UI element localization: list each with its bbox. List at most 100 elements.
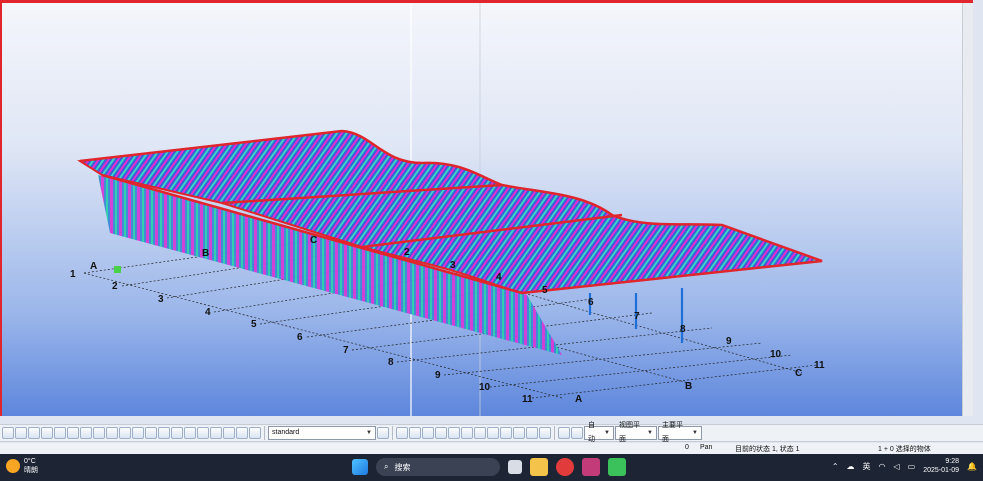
snap-icon-6[interactable] bbox=[80, 427, 92, 439]
snap-icon-18[interactable] bbox=[236, 427, 248, 439]
toolbar-separator bbox=[554, 426, 555, 440]
tool-icon-13[interactable] bbox=[558, 427, 570, 439]
grid-label-6-right: 6 bbox=[588, 297, 594, 308]
notification-icon[interactable]: 🔔 bbox=[967, 462, 977, 471]
grid-label-5: 5 bbox=[251, 319, 257, 330]
chevron-down-icon: ▼ bbox=[647, 430, 653, 436]
tool-icon-2[interactable] bbox=[409, 427, 421, 439]
snap-icon-1[interactable] bbox=[15, 427, 27, 439]
clock[interactable]: 9:28 2025-01-09 bbox=[923, 457, 959, 475]
tool-icon-1[interactable] bbox=[396, 427, 408, 439]
chevron-down-icon: ▼ bbox=[692, 430, 698, 436]
search-box[interactable]: ⌕ 搜索 bbox=[376, 458, 500, 476]
grid-label-A-left: A bbox=[90, 261, 97, 272]
snap-icon-4[interactable] bbox=[54, 427, 66, 439]
battery-icon[interactable]: ▭ bbox=[908, 462, 916, 471]
weather-temp: 0°C bbox=[24, 458, 36, 465]
grid-label-7: 7 bbox=[343, 345, 349, 356]
grid-label-10: 10 bbox=[479, 382, 491, 393]
tool-icon-6[interactable] bbox=[461, 427, 473, 439]
snap-icon-16[interactable] bbox=[210, 427, 222, 439]
status-mode: Pan bbox=[700, 444, 713, 451]
snap-icon-9[interactable] bbox=[119, 427, 131, 439]
grid-label-8-right: 8 bbox=[680, 324, 686, 335]
vertical-scrollbar[interactable] bbox=[962, 3, 973, 416]
snap-icon-8[interactable] bbox=[106, 427, 118, 439]
roof-label-4: 4 bbox=[496, 272, 502, 283]
tool-icon-11[interactable] bbox=[526, 427, 538, 439]
grid-label-4: 4 bbox=[205, 307, 211, 318]
roof-label-5: 5 bbox=[542, 285, 548, 296]
grid-label-9: 9 bbox=[435, 370, 441, 381]
start-icon[interactable] bbox=[352, 459, 368, 475]
tool-icon-14[interactable] bbox=[571, 427, 583, 439]
weather-widget[interactable]: 0°C 晴朗 bbox=[6, 457, 38, 475]
grid-label-B-right: B bbox=[685, 381, 692, 392]
tool-icon-12[interactable] bbox=[539, 427, 551, 439]
tool-icon-5[interactable] bbox=[448, 427, 460, 439]
grid-label-11: 11 bbox=[522, 394, 533, 405]
snap-icon-19[interactable] bbox=[249, 427, 261, 439]
folder-icon[interactable] bbox=[530, 458, 548, 476]
tool-icon-8[interactable] bbox=[487, 427, 499, 439]
sun-icon bbox=[6, 459, 20, 473]
toolbar-separator bbox=[392, 426, 393, 440]
tool-icon-7[interactable] bbox=[474, 427, 486, 439]
app-icon-red[interactable] bbox=[556, 458, 574, 476]
model-viewport[interactable]: A B C A B C 1 2 3 4 5 6 7 8 9 10 11 6 7 … bbox=[0, 0, 973, 416]
grid-label-C-left: C bbox=[310, 235, 317, 246]
style-select[interactable]: standard ▼ bbox=[268, 426, 376, 440]
origin-marker[interactable] bbox=[114, 266, 121, 273]
chevron-up-icon[interactable]: ⌃ bbox=[832, 462, 839, 471]
tool-icon-4[interactable] bbox=[435, 427, 447, 439]
chevron-down-icon: ▼ bbox=[604, 430, 610, 436]
grid-label-A-right: A bbox=[575, 394, 582, 405]
roof-label-3: 3 bbox=[450, 260, 456, 271]
grid-label-3: 3 bbox=[158, 294, 164, 305]
bottom-toolbar: standard ▼ 自动 ▼ 视图平面 ▼ 主要平面 ▼ bbox=[0, 422, 983, 443]
snap-icon-10[interactable] bbox=[132, 427, 144, 439]
tool-icon-9[interactable] bbox=[500, 427, 512, 439]
snap-icon-3[interactable] bbox=[41, 427, 53, 439]
status-selection: 1 + 0 选择的物体 bbox=[878, 446, 931, 453]
snap-icon-2[interactable] bbox=[28, 427, 40, 439]
tool-icon-3[interactable] bbox=[422, 427, 434, 439]
clock-time: 9:28 bbox=[945, 458, 960, 465]
app-icon-tekla[interactable] bbox=[582, 458, 600, 476]
cloud-icon[interactable]: ☁ bbox=[847, 462, 855, 471]
work-plane-select[interactable]: 主要平面 ▼ bbox=[658, 422, 702, 443]
task-view-icon[interactable] bbox=[508, 460, 522, 474]
grid-label-2: 2 bbox=[112, 281, 118, 292]
clock-date: 2025-01-09 bbox=[923, 467, 960, 474]
snap-icon-5[interactable] bbox=[67, 427, 79, 439]
view-plane-select[interactable]: 视图平面 ▼ bbox=[615, 422, 657, 443]
wifi-icon[interactable]: ◠ bbox=[879, 462, 886, 471]
snap-icon-12[interactable] bbox=[158, 427, 170, 439]
style-settings-icon[interactable] bbox=[377, 427, 389, 439]
snap-icon-11[interactable] bbox=[145, 427, 157, 439]
snap-icon-15[interactable] bbox=[197, 427, 209, 439]
snap-icon-13[interactable] bbox=[171, 427, 183, 439]
tool-icon-10[interactable] bbox=[513, 427, 525, 439]
status-state: 目前的状态 1, 状态 1 bbox=[735, 446, 800, 453]
roof-label-2: 2 bbox=[404, 247, 410, 258]
volume-icon[interactable]: ◁ bbox=[894, 462, 900, 471]
toolbar-separator bbox=[264, 426, 265, 440]
select-icon[interactable] bbox=[2, 427, 14, 439]
grid-label-6: 6 bbox=[297, 332, 303, 343]
style-select-value: standard bbox=[272, 429, 300, 436]
status-bar: 0 Pan 目前的状态 1, 状态 1 1 + 0 选择的物体 bbox=[0, 443, 983, 454]
search-placeholder: 搜索 bbox=[394, 462, 411, 472]
wechat-icon[interactable] bbox=[608, 458, 626, 476]
auto-select[interactable]: 自动 ▼ bbox=[584, 422, 614, 443]
weather-text: 晴朗 bbox=[24, 467, 38, 474]
ime-indicator[interactable]: 英 bbox=[863, 461, 871, 472]
snap-icon-7[interactable] bbox=[93, 427, 105, 439]
structure-model[interactable]: A B C A B C 1 2 3 4 5 6 7 8 9 10 11 6 7 … bbox=[2, 3, 973, 416]
snap-icon-17[interactable] bbox=[223, 427, 235, 439]
status-count: 0 bbox=[685, 444, 689, 451]
grid-label-B-left: B bbox=[202, 248, 209, 259]
windows-taskbar: 0°C 晴朗 ⌕ 搜索 ⌃ ☁ 英 ◠ ◁ ▭ 9:28 2025-01-09 … bbox=[0, 454, 983, 481]
snap-icon-14[interactable] bbox=[184, 427, 196, 439]
grid-label-C-right: C bbox=[795, 368, 802, 379]
